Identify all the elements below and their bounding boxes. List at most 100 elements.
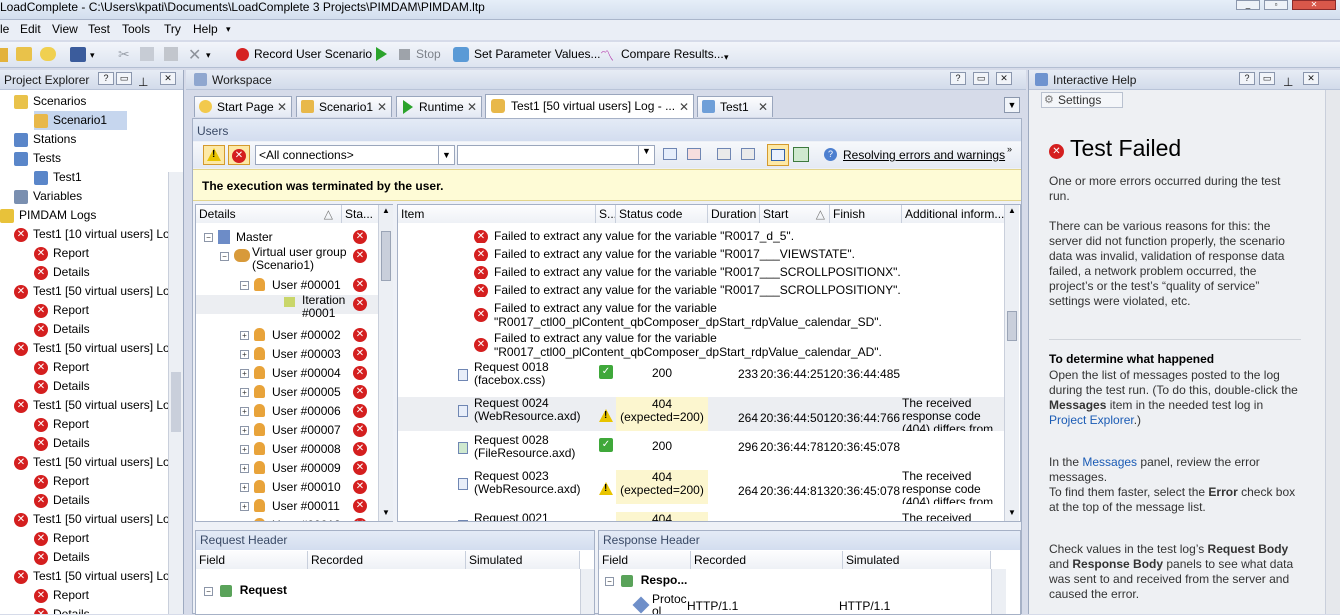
close-tab-icon[interactable]: ✕ bbox=[758, 97, 768, 117]
explorer-pin-icon[interactable]: ⊥ bbox=[138, 72, 148, 92]
message-row[interactable]: ✕ Failed to extract any value for the var… bbox=[474, 265, 904, 279]
help-pin-icon[interactable]: ⊥ bbox=[1283, 72, 1293, 92]
explorer-item[interactable]: ✕ Report bbox=[34, 415, 89, 434]
toolbar-overflow-icon[interactable]: » bbox=[1007, 144, 1012, 154]
explorer-item[interactable]: Stations bbox=[14, 130, 76, 149]
expand-icon[interactable]: + bbox=[240, 445, 249, 454]
record-icon[interactable] bbox=[236, 48, 249, 61]
tab-test1-log[interactable]: Test1 [50 virtual users] Log - ... ✕ bbox=[485, 94, 694, 118]
explorer-item[interactable]: ✕ Details bbox=[34, 548, 90, 567]
paste-icon[interactable] bbox=[164, 47, 178, 61]
request-header-scrollbar[interactable] bbox=[580, 569, 594, 614]
explorer-item[interactable]: PIMDAM Logs bbox=[0, 206, 96, 225]
compare-icon[interactable] bbox=[741, 148, 755, 160]
request-row[interactable]: Request 0024 (WebResource.axd) 404 (expec… bbox=[398, 397, 1004, 431]
recorded-column-header[interactable]: Recorded bbox=[691, 551, 843, 569]
message-row[interactable]: ✕ Failed to extract any value for the var… bbox=[474, 247, 904, 261]
explorer-item[interactable]: Variables bbox=[14, 187, 82, 206]
stop-icon[interactable] bbox=[399, 49, 410, 60]
explorer-item[interactable]: ✕ Test1 [50 virtual users] Log bbox=[14, 396, 168, 415]
record-button[interactable]: Record User Scenario bbox=[254, 47, 372, 61]
menu-view[interactable]: View bbox=[52, 20, 78, 38]
request-row[interactable]: − Request bbox=[204, 583, 287, 597]
details-row[interactable]: + User #00004 ✕ bbox=[196, 364, 378, 383]
toolbar-overflow-icon[interactable]: ▾ bbox=[724, 52, 729, 63]
explorer-item[interactable]: ✕ Report bbox=[34, 586, 89, 605]
close-tab-icon[interactable]: ✕ bbox=[467, 97, 477, 117]
cut-icon[interactable]: ✂ bbox=[118, 46, 130, 63]
field-column-header[interactable]: Field bbox=[196, 551, 308, 569]
start-column-header[interactable]: Start △ bbox=[760, 205, 830, 223]
message-row[interactable]: ✕ Failed to extract any value for the var… bbox=[474, 301, 904, 329]
calendar-view-toggle[interactable] bbox=[767, 144, 789, 166]
messages-link[interactable]: Messages bbox=[1082, 455, 1137, 469]
details-row[interactable]: − Virtual user group (Scenario1) ✕ bbox=[196, 246, 378, 272]
collapse-icon[interactable]: − bbox=[240, 281, 249, 290]
settings-button[interactable]: ⚙ Settings bbox=[1041, 92, 1123, 108]
tab-scenario1[interactable]: Scenario1 ✕ bbox=[296, 96, 392, 117]
menu-help[interactable]: Help bbox=[193, 20, 218, 38]
explorer-item[interactable]: Test1 bbox=[34, 168, 82, 187]
explorer-item[interactable]: ✕ Details bbox=[34, 605, 90, 614]
expand-icon[interactable]: + bbox=[240, 350, 249, 359]
details-row[interactable]: + User #00002 ✕ bbox=[196, 326, 378, 345]
details-row[interactable]: + User #00011 ✕ bbox=[196, 497, 378, 516]
menu-try[interactable]: Try bbox=[164, 20, 181, 38]
explorer-close-button[interactable]: ✕ bbox=[160, 72, 176, 85]
explorer-help-button[interactable]: ? bbox=[98, 72, 114, 85]
refresh-icon[interactable] bbox=[40, 47, 56, 61]
expand-icon[interactable]: + bbox=[240, 426, 249, 435]
help-close-button[interactable]: ✕ bbox=[1303, 72, 1319, 85]
collapse-icon[interactable]: − bbox=[605, 577, 614, 586]
expand-icon[interactable]: + bbox=[240, 407, 249, 416]
explorer-item[interactable]: ✕ Details bbox=[34, 377, 90, 396]
close-tab-icon[interactable]: ✕ bbox=[377, 97, 387, 117]
filter-input[interactable]: ▼ bbox=[457, 145, 655, 165]
close-tab-icon[interactable]: ✕ bbox=[679, 96, 689, 118]
connections-select[interactable]: <All connections> ▼ bbox=[255, 145, 455, 165]
explorer-scrollbar[interactable] bbox=[168, 172, 183, 614]
explorer-item[interactable]: ✕ Test1 [50 virtual users] Log bbox=[14, 453, 168, 472]
message-row[interactable]: ✕ Failed to extract any value for the var… bbox=[474, 283, 904, 297]
tab-runtime[interactable]: Runtime ✕ bbox=[396, 96, 482, 117]
compare-results-button[interactable]: Compare Results... bbox=[621, 47, 724, 61]
open-folder-icon[interactable] bbox=[16, 47, 32, 61]
expand-icon[interactable]: + bbox=[240, 502, 249, 511]
tab-test1[interactable]: Test1 ✕ bbox=[697, 96, 773, 117]
menu-edit[interactable]: Edit bbox=[20, 20, 41, 38]
collapse-icon[interactable]: − bbox=[204, 233, 213, 242]
run-icon[interactable] bbox=[376, 47, 387, 61]
view-source-icon[interactable] bbox=[663, 148, 677, 160]
chevron-down-icon[interactable]: ▼ bbox=[638, 146, 654, 164]
record-view-icon[interactable] bbox=[687, 148, 701, 160]
details-scrollbar[interactable]: ▲ ▼ bbox=[378, 205, 393, 521]
collapse-icon[interactable]: − bbox=[220, 252, 229, 261]
explorer-item[interactable]: ✕ Details bbox=[34, 320, 90, 339]
simulated-column-header[interactable]: Simulated bbox=[466, 551, 580, 569]
grid-view-icon[interactable] bbox=[793, 147, 809, 162]
explorer-item[interactable]: ✕ Test1 [50 virtual users] Log bbox=[14, 282, 168, 301]
expand-icon[interactable]: + bbox=[240, 388, 249, 397]
copy-icon[interactable] bbox=[140, 47, 154, 61]
compare-chart-icon[interactable]: 〽 bbox=[600, 46, 614, 66]
details-row[interactable]: + User #00003 ✕ bbox=[196, 345, 378, 364]
menu-chevron-icon[interactable]: ▾ bbox=[226, 20, 231, 38]
expand-icon[interactable]: + bbox=[240, 483, 249, 492]
details-row[interactable]: Iteration #0001 ✕ bbox=[196, 294, 378, 320]
duration-column-header[interactable]: Duration bbox=[708, 205, 760, 223]
finish-column-header[interactable]: Finish bbox=[830, 205, 902, 223]
explorer-item[interactable]: ✕ Details bbox=[34, 491, 90, 510]
menu-tools[interactable]: Tools bbox=[122, 20, 150, 38]
save-icon[interactable] bbox=[70, 47, 86, 62]
stop-button[interactable]: Stop bbox=[416, 47, 441, 61]
message-row[interactable]: ✕ Failed to extract any value for the var… bbox=[474, 331, 904, 359]
export-icon[interactable] bbox=[717, 148, 731, 160]
delete-icon[interactable]: ✕ bbox=[188, 45, 201, 65]
expand-icon[interactable]: + bbox=[240, 464, 249, 473]
explorer-item[interactable]: ✕ Report bbox=[34, 358, 89, 377]
request-row[interactable]: Request 0028 (FileResource.axd) ✓ 200 296 20… bbox=[398, 434, 1004, 468]
parameter-icon[interactable] bbox=[453, 47, 469, 62]
tab-start-page[interactable]: Start Page ✕ bbox=[194, 96, 292, 117]
request-row[interactable]: Request 0023 (WebResource.axd) 404 (expec… bbox=[398, 470, 1004, 504]
details-row[interactable]: − User #00001 ✕ bbox=[196, 276, 378, 295]
